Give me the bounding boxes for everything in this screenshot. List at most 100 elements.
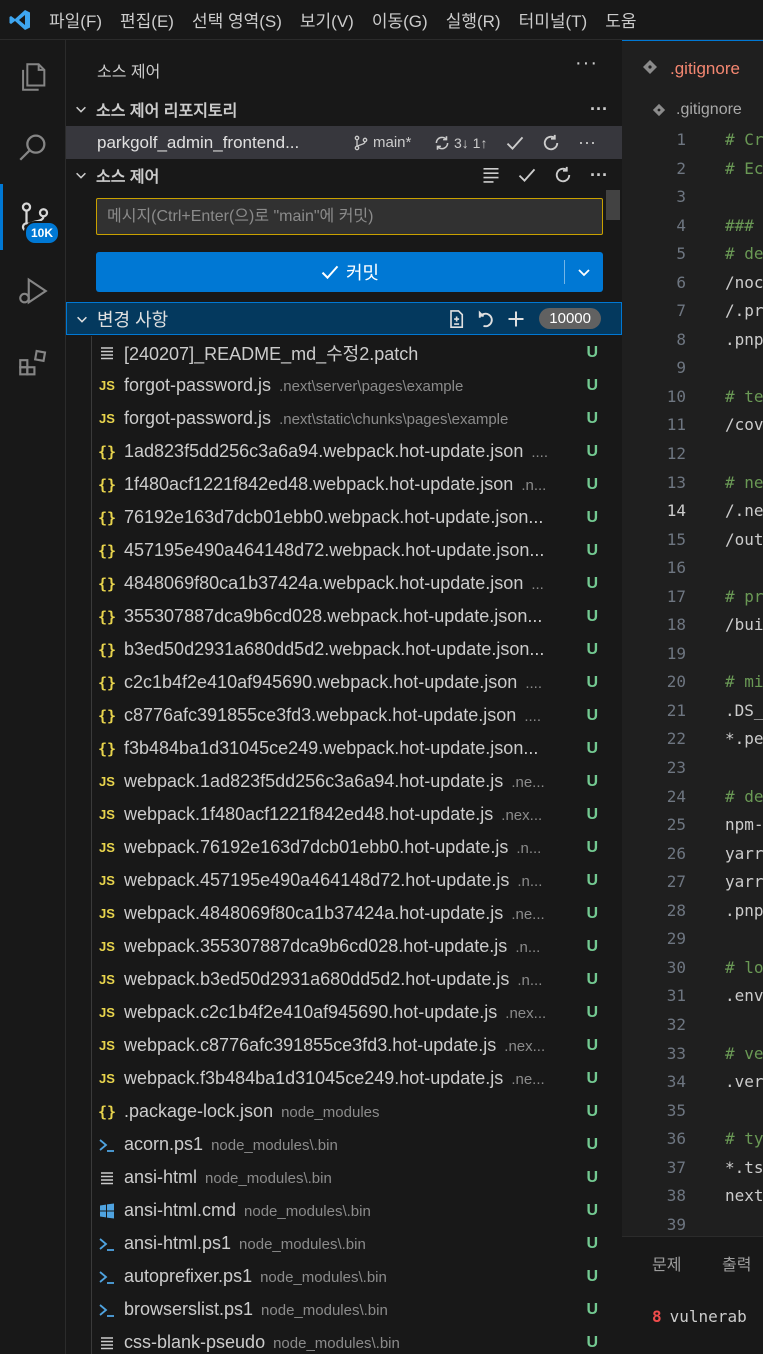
breadcrumb[interactable]: .gitignore [652, 97, 742, 123]
branch-picker[interactable]: main* [353, 134, 411, 151]
refresh-icon[interactable] [550, 162, 576, 188]
menu-item-view[interactable]: 보기(V) [291, 0, 363, 40]
line-number: 10 [666, 386, 686, 406]
changed-file-row[interactable]: JS webpack.1ad823f5dd256c3a6a94.hot-updat… [66, 765, 622, 798]
stage-all-plus-icon[interactable] [503, 306, 529, 332]
menu-item-terminal[interactable]: 터미널(T) [510, 0, 597, 40]
line-number: 19 [666, 643, 686, 663]
code-line: 29 [622, 925, 763, 954]
changed-file-row[interactable]: JS webpack.4848069f80ca1b37424a.hot-updat… [66, 897, 622, 930]
javascript-file-icon: JS [99, 939, 115, 954]
file-path: .... [524, 708, 541, 725]
changed-file-row[interactable]: {} 76192e163d7dcb01ebb0.webpack.hot-updat… [66, 501, 622, 534]
commit-check-icon[interactable] [514, 162, 540, 188]
menu-item-go[interactable]: 이동(G) [363, 0, 437, 40]
json-file-icon: {} [97, 706, 117, 725]
file-label: f3b484ba1d31045ce249.webpack.hot-update.… [124, 738, 578, 759]
sync-changes-button[interactable]: 3↓ 1↑ [433, 134, 487, 152]
file-label: autoprefixer.ps1 node_modules\.bin [124, 1266, 578, 1287]
menu-item-file[interactable]: 파일(F) [40, 0, 111, 40]
file-path: .... [525, 675, 542, 692]
changed-file-row[interactable]: {} 355307887dca9b6cd028.webpack.hot-updat… [66, 600, 622, 633]
code-text: *.pe [725, 729, 763, 749]
repositories-more-button[interactable]: ··· [590, 99, 608, 120]
code-line: 14 /.ne [622, 497, 763, 526]
code-editor[interactable]: 1 # Cr 2 # Ec 3 4 ### 5 # de 6/noc 7/.pr 8 .pnp 9 10 # … [622, 126, 763, 1239]
code-text: /bui [725, 615, 763, 635]
refresh-icon[interactable] [538, 130, 564, 156]
changed-file-row[interactable]: JS webpack.457195e490a464148d72.hot-updat… [66, 864, 622, 897]
run-debug-icon[interactable] [0, 258, 66, 324]
changed-file-row[interactable]: JS webpack.c8776afc391855ce3fd3.hot-updat… [66, 1029, 622, 1062]
changed-file-row[interactable]: JS webpack.1f480acf1221f842ed48.hot-updat… [66, 798, 622, 831]
scm-more-button[interactable]: ··· [590, 165, 608, 186]
changed-file-row[interactable]: JS webpack.c2c1b4f2e410af945690.hot-updat… [66, 996, 622, 1029]
changed-file-row[interactable]: JS forgot-password.js .next\server\pages\e… [66, 369, 622, 402]
changed-file-row[interactable]: ansi-html node_modules\.bin U [66, 1161, 622, 1194]
changed-file-row[interactable]: browserslist.ps1 node_modules\.bin U [66, 1293, 622, 1326]
file-path: .nex... [501, 807, 543, 824]
menu-item-help[interactable]: 도움 [596, 0, 645, 40]
changed-file-row[interactable]: JS webpack.76192e163d7dcb01ebb0.hot-updat… [66, 831, 622, 864]
code-line: 20 # mi [622, 668, 763, 697]
line-number: 24 [666, 786, 686, 806]
changed-file-row[interactable]: {} c2c1b4f2e410af945690.webpack.hot-updat… [66, 666, 622, 699]
panel-tab-problems[interactable]: 문제 [652, 1251, 681, 1275]
changed-file-row[interactable]: JS webpack.b3ed50d2931a680dd5d2.hot-updat… [66, 963, 622, 996]
code-line: 23 [622, 754, 763, 783]
changed-file-row[interactable]: {} 4848069f80ca1b37424a.webpack.hot-updat… [66, 567, 622, 600]
commit-dropdown-chevron-icon[interactable] [565, 252, 603, 292]
file-path: node_modules\.bin [244, 1203, 371, 1220]
javascript-file-icon: JS [99, 411, 115, 426]
commit-message-input[interactable] [96, 198, 603, 235]
repo-more-button[interactable]: ··· [574, 130, 600, 156]
changed-file-row[interactable]: {} 1ad823f5dd256c3a6a94.webpack.hot-updat… [66, 435, 622, 468]
search-icon[interactable] [0, 114, 66, 180]
changed-file-row[interactable]: {} .package-lock.json node_modules U [66, 1095, 622, 1128]
sidebar-more-button[interactable]: ··· [575, 52, 598, 75]
changed-file-row[interactable]: JS forgot-password.js .next\static\chunks\… [66, 402, 622, 435]
changed-file-row[interactable]: ansi-html.cmd node_modules\.bin U [66, 1194, 622, 1227]
changed-file-row[interactable]: autoprefixer.ps1 node_modules\.bin U [66, 1260, 622, 1293]
code-comment: # lo [725, 957, 763, 977]
view-as-list-icon[interactable] [478, 162, 504, 188]
editor-tab-gitignore[interactable]: .gitignore [622, 40, 763, 96]
explorer-icon[interactable] [0, 44, 66, 110]
code-line: 24 # de [622, 783, 763, 812]
commit-button[interactable]: 커밋 [96, 252, 603, 292]
file-status-untracked: U [586, 442, 598, 460]
sidebar-scrollbar[interactable] [606, 190, 620, 220]
panel-tab-output[interactable]: 출력 [722, 1251, 751, 1275]
discard-changes-icon[interactable] [473, 306, 499, 332]
changed-file-row[interactable]: {} 1f480acf1221f842ed48.webpack.hot-updat… [66, 468, 622, 501]
menu-item-edit[interactable]: 편집(E) [111, 0, 183, 40]
repositories-section-header[interactable]: 소스 제어 리포지토리 ··· [66, 93, 622, 125]
vscode-logo-icon[interactable] [0, 0, 40, 40]
code-line: 31 .env [622, 982, 763, 1011]
open-changes-icon[interactable] [443, 306, 469, 332]
changed-file-row[interactable]: [240207]_README_md_수정2.patch U [66, 336, 622, 369]
commit-check-icon[interactable] [502, 130, 528, 156]
changed-file-row[interactable]: {} b3ed50d2931a680dd5d2.webpack.hot-updat… [66, 633, 622, 666]
repository-row[interactable]: parkgolf_admin_frontend... main* 3↓ 1↑ ·… [66, 126, 622, 159]
file-status-untracked: U [586, 937, 598, 955]
changed-file-row[interactable]: {} c8776afc391855ce3fd3.webpack.hot-updat… [66, 699, 622, 732]
chevron-down-icon [67, 312, 97, 326]
extensions-icon[interactable] [0, 330, 66, 396]
menu-item-run[interactable]: 실행(R) [437, 0, 510, 40]
changes-group-header[interactable]: 변경 사항 10000 [66, 302, 622, 335]
code-line: 7 /.pr [622, 297, 763, 326]
repository-name: parkgolf_admin_frontend... [97, 132, 300, 152]
menu-item-selection[interactable]: 선택 영역(S) [183, 0, 291, 40]
changed-file-row[interactable]: acorn.ps1 node_modules\.bin U [66, 1128, 622, 1161]
scm-section-header[interactable]: 소스 제어 ··· [66, 159, 622, 191]
file-path: node_modules\.bin [261, 1302, 388, 1319]
changed-file-row[interactable]: JS webpack.355307887dca9b6cd028.hot-updat… [66, 930, 622, 963]
sync-counts: 3↓ 1↑ [454, 134, 488, 151]
changed-file-row[interactable]: {} f3b484ba1d31045ce249.webpack.hot-updat… [66, 732, 622, 765]
code-line: 4 ### [622, 212, 763, 241]
changed-file-row[interactable]: {} 457195e490a464148d72.webpack.hot-updat… [66, 534, 622, 567]
changed-file-row[interactable]: ansi-html.ps1 node_modules\.bin U [66, 1227, 622, 1260]
changed-file-row[interactable]: css-blank-pseudo node_modules\.bin U [66, 1326, 622, 1354]
changed-file-row[interactable]: JS webpack.f3b484ba1d31045ce249.hot-updat… [66, 1062, 622, 1095]
